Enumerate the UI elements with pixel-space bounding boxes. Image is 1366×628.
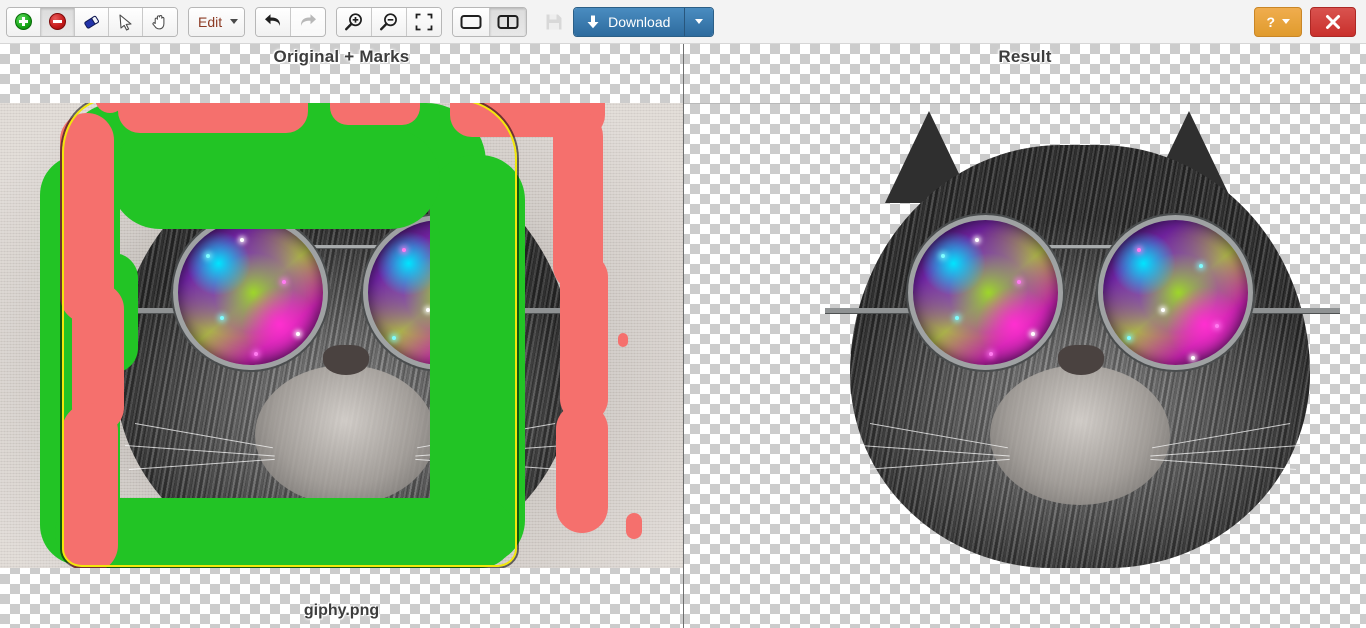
download-button-group: Download [573, 6, 715, 37]
split-view-button[interactable] [490, 7, 527, 36]
glasses-lens-left [908, 215, 1063, 370]
remove-mark [330, 103, 420, 125]
single-view-button[interactable] [453, 7, 491, 36]
glasses-lens-right [1098, 215, 1253, 370]
undo-arrow-icon [265, 13, 281, 26]
zoom-out-button[interactable] [372, 7, 408, 36]
original-image-canvas[interactable] [0, 103, 683, 568]
close-x-icon [1326, 14, 1340, 29]
panel-title-original: Original + Marks [273, 47, 410, 66]
remove-mark-tool[interactable] [41, 7, 75, 36]
edit-menu-button[interactable]: Edit [189, 7, 245, 36]
floppy-disk-icon [546, 14, 562, 29]
editor-workspace: Original + Marks giphy.png Result [0, 44, 1366, 628]
download-arrow-icon [587, 15, 599, 28]
zoom-controls-group [336, 6, 443, 37]
remove-mark [62, 403, 118, 568]
split-pane-icon [497, 14, 519, 29]
add-mark-tool[interactable] [7, 7, 41, 36]
glasses-temple-right [1245, 308, 1340, 313]
help-button-label: ? [1266, 13, 1275, 30]
magnifier-minus-icon [380, 12, 398, 30]
undo-button[interactable] [256, 7, 292, 36]
eraser-icon [83, 15, 99, 29]
redo-arrow-icon [301, 13, 317, 26]
plus-circle-green-icon [15, 13, 32, 30]
chevron-down-icon [695, 19, 704, 24]
keep-mark [55, 498, 515, 568]
glasses-bridge [1045, 245, 1117, 248]
result-panel[interactable]: Result [684, 44, 1366, 628]
remove-mark [618, 333, 628, 347]
chevron-down-icon [1282, 19, 1290, 24]
brush-tool-group [6, 6, 178, 37]
expand-frame-icon [415, 13, 433, 30]
remove-mark [626, 513, 642, 539]
help-button[interactable]: ? [1254, 6, 1302, 37]
window-controls: ? [1254, 6, 1360, 37]
redo-button[interactable] [291, 7, 326, 36]
close-button[interactable] [1310, 6, 1356, 37]
download-dropdown-button[interactable] [685, 7, 714, 36]
glasses-temple-left [825, 308, 920, 313]
save-button[interactable] [537, 8, 571, 36]
hand-icon [152, 14, 165, 29]
chevron-down-icon [230, 19, 239, 24]
result-image-canvas[interactable] [795, 103, 1366, 568]
history-group [255, 6, 327, 37]
single-pane-icon [460, 14, 482, 29]
cat-muzzle [990, 365, 1170, 505]
edit-menu-label: Edit [198, 13, 223, 30]
view-mode-group [452, 6, 528, 37]
remove-mark [556, 403, 608, 533]
download-button-label: Download [608, 13, 671, 30]
fit-screen-button[interactable] [407, 7, 442, 36]
download-button[interactable]: Download [574, 7, 686, 36]
keep-mark [110, 129, 440, 229]
cursor-arrow-icon [118, 13, 132, 31]
remove-mark [560, 253, 608, 423]
panel-caption-filename: giphy.png [303, 602, 380, 619]
original-marks-panel[interactable]: Original + Marks giphy.png [0, 44, 683, 628]
cat-nose [1058, 345, 1104, 375]
main-toolbar: Edit Download ? [0, 0, 1366, 44]
save-group [537, 7, 571, 37]
edit-menu-group: Edit [188, 6, 246, 37]
cat-subject-cutout [825, 103, 1340, 568]
panel-title-result: Result [998, 47, 1052, 66]
zoom-in-button[interactable] [337, 7, 373, 36]
marks-overlay [0, 103, 683, 568]
minus-circle-red-icon [49, 13, 66, 30]
remove-mark [118, 103, 308, 133]
pointer-tool[interactable] [109, 7, 143, 36]
pan-tool[interactable] [143, 7, 177, 36]
eraser-tool[interactable] [75, 7, 109, 36]
magnifier-plus-icon [345, 12, 363, 30]
